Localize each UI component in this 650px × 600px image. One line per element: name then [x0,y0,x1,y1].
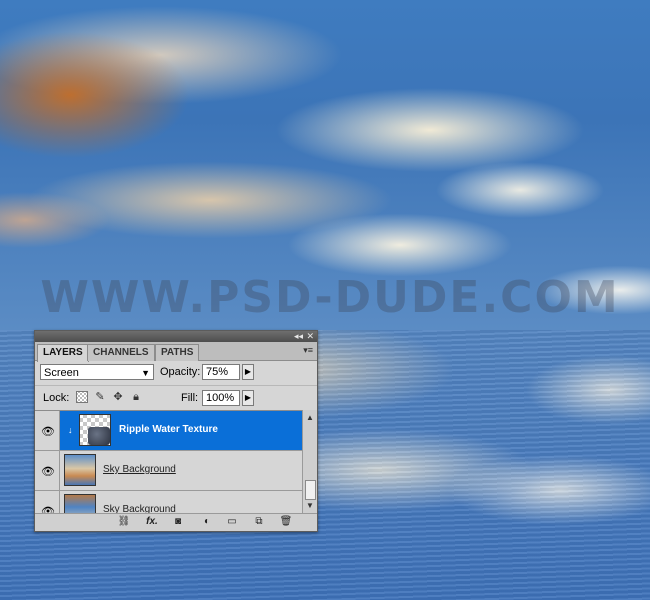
clipping-arrow-icon: ↓ [68,425,73,435]
panel-menu-icon[interactable]: ▾≡ [303,345,313,356]
blend-mode-value: Screen [44,367,79,379]
layers-panel: ◂◂ ✕ LAYERS CHANNELS PATHS ▾≡ Screen ▼ O… [34,330,318,532]
blend-row: Screen ▼ Opacity: 75% ▶ [35,361,317,385]
fill-slider-toggle[interactable]: ▶ [242,390,254,406]
panel-footer: ⛓ fx. ◙ ◐ ▭ ⧉ 🗑︎ [35,513,317,531]
link-layers-icon[interactable]: ⛓ [117,516,131,528]
lock-row: Lock: ✎ ✥ 🔒︎ Fill: 100% ▶ [35,385,317,410]
lock-image-pixels-icon[interactable]: ✎ [94,391,106,403]
fx-icon[interactable]: fx. [143,516,161,528]
fill-label: Fill: [181,392,199,404]
add-mask-icon[interactable]: ◙ [171,516,185,528]
layer-name[interactable]: Sky Background [103,464,176,475]
visibility-toggle[interactable]: 👁︎ [35,451,60,490]
watermark: WWW.PSD-DUDE.COM [40,272,620,323]
layer-row-sky-background[interactable]: 👁︎ Sky Background [35,451,303,491]
new-layer-icon[interactable]: ⧉ [252,516,266,528]
scroll-thumb[interactable] [305,480,316,500]
eye-icon: 👁︎ [41,426,55,438]
layers-scrollbar[interactable]: ▲ ▼ [302,410,317,514]
blend-mode-select[interactable]: Screen ▼ [40,364,154,380]
layer-thumbnail [64,454,96,486]
layer-thumbnail: ⧉ [79,414,111,446]
eye-icon: 👁︎ [41,466,55,478]
collapse-panel-button[interactable]: ◂◂ [294,331,303,342]
tab-paths[interactable]: PATHS [155,344,200,361]
adjustment-layer-icon[interactable]: ◐ [200,516,214,528]
smart-object-icon: ⧉ [98,433,109,444]
panel-titlebar[interactable]: ◂◂ ✕ [35,331,317,342]
visibility-toggle[interactable]: 👁︎ [35,491,60,515]
layer-thumbnail [64,494,96,515]
lock-transparent-pixels-icon[interactable] [76,391,88,403]
close-panel-button[interactable]: ✕ [306,331,314,342]
scroll-up-icon[interactable]: ▲ [303,412,317,424]
lock-label: Lock: [43,392,70,404]
tab-layers[interactable]: LAYERS [37,344,89,362]
visibility-toggle[interactable]: 👁︎ [35,411,60,450]
chevron-down-icon: ▼ [141,368,150,378]
tab-channels[interactable]: CHANNELS [87,344,155,361]
lock-all-icon[interactable]: 🔒︎ [130,391,142,403]
panel-tabs: LAYERS CHANNELS PATHS ▾≡ [35,342,317,362]
delete-icon[interactable]: 🗑︎ [279,516,293,528]
fill-field[interactable]: 100% [202,390,240,406]
layer-name[interactable]: Ripple Water Texture [119,424,218,435]
scroll-down-icon[interactable]: ▼ [303,500,317,512]
lock-position-icon[interactable]: ✥ [112,391,124,403]
new-group-icon[interactable]: ▭ [225,516,239,528]
layers-list: 👁︎ ↓ ⧉ Ripple Water Texture 👁︎ Sky Backg… [35,410,303,515]
opacity-field[interactable]: 75% [202,364,240,380]
opacity-label: Opacity: [160,366,201,378]
layer-row-ripple-water-texture[interactable]: 👁︎ ↓ ⧉ Ripple Water Texture [35,411,303,451]
layer-row-sky-background-2[interactable]: 👁︎ Sky Background [35,491,303,515]
opacity-slider-toggle[interactable]: ▶ [242,364,254,380]
